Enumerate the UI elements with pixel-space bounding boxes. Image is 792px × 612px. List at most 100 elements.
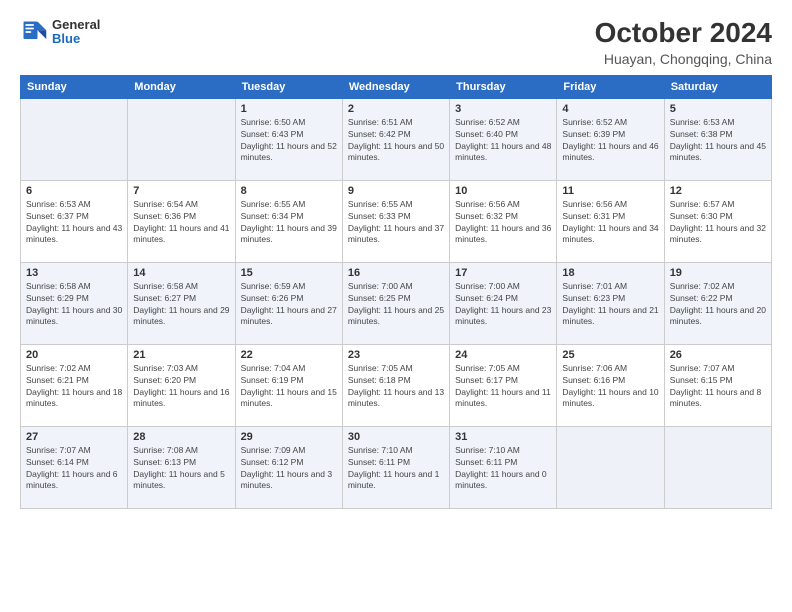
weekday-header: Sunday: [21, 75, 128, 98]
day-info: Sunrise: 6:56 AMSunset: 6:32 PMDaylight:…: [455, 199, 551, 247]
weekday-header: Monday: [128, 75, 235, 98]
day-number: 13: [26, 267, 122, 279]
day-number: 12: [670, 185, 766, 197]
calendar-cell: 12 Sunrise: 6:57 AMSunset: 6:30 PMDayligh…: [664, 180, 771, 262]
day-number: 6: [26, 185, 122, 197]
day-number: 9: [348, 185, 444, 197]
calendar-cell: 26Sunrise: 7:07 AMSunset: 6:15 PMDayligh…: [664, 344, 771, 426]
day-info: Sunrise: 6:55 AMSunset: 6:34 PMDaylight:…: [241, 199, 337, 247]
weekday-header: Thursday: [450, 75, 557, 98]
day-number: 20: [26, 349, 122, 361]
day-info: Sunrise: 6:53 AMSunset: 6:37 PMDaylight:…: [26, 199, 122, 247]
location: Huayan, Chongqing, China: [595, 51, 772, 67]
day-number: 14: [133, 267, 229, 279]
weekday-header-row: SundayMondayTuesdayWednesdayThursdayFrid…: [21, 75, 772, 98]
weekday-header: Saturday: [664, 75, 771, 98]
day-info: Sunrise: 7:00 AMSunset: 6:25 PMDaylight:…: [348, 281, 444, 329]
day-number: 18: [562, 267, 658, 279]
day-info: Sunrise: 7:07 AMSunset: 6:14 PMDaylight:…: [26, 445, 122, 493]
calendar-cell: [21, 98, 128, 180]
day-number: 16: [348, 267, 444, 279]
day-number: 28: [133, 431, 229, 443]
calendar-cell: 17 Sunrise: 7:00 AMSunset: 6:24 PMDayligh…: [450, 262, 557, 344]
calendar-cell: 29 Sunrise: 7:09 AMSunset: 6:12 PMDayligh…: [235, 426, 342, 508]
day-info: Sunrise: 6:57 AMSunset: 6:30 PMDaylight:…: [670, 199, 766, 247]
calendar-cell: 31Sunrise: 7:10 AMSunset: 6:11 PMDayligh…: [450, 426, 557, 508]
calendar-cell: 28 Sunrise: 7:08 AMSunset: 6:13 PMDayligh…: [128, 426, 235, 508]
day-info: Sunrise: 6:53 AMSunset: 6:38 PMDaylight:…: [670, 117, 766, 165]
day-number: 29: [241, 431, 337, 443]
calendar-cell: 18 Sunrise: 7:01 AMSunset: 6:23 PMDayligh…: [557, 262, 664, 344]
calendar-cell: 11 Sunrise: 6:56 AMSunset: 6:31 PMDayligh…: [557, 180, 664, 262]
day-info: Sunrise: 7:08 AMSunset: 6:13 PMDaylight:…: [133, 445, 229, 493]
day-info: Sunrise: 7:05 AMSunset: 6:18 PMDaylight:…: [348, 363, 444, 411]
calendar-cell: 22Sunrise: 7:04 AMSunset: 6:19 PMDayligh…: [235, 344, 342, 426]
calendar-cell: 14 Sunrise: 6:58 AMSunset: 6:27 PMDayligh…: [128, 262, 235, 344]
weekday-header: Tuesday: [235, 75, 342, 98]
day-info: Sunrise: 7:05 AMSunset: 6:17 PMDaylight:…: [455, 363, 551, 411]
calendar-cell: 23Sunrise: 7:05 AMSunset: 6:18 PMDayligh…: [342, 344, 449, 426]
calendar-week-row: 27 Sunrise: 7:07 AMSunset: 6:14 PMDayligh…: [21, 426, 772, 508]
day-number: 24: [455, 349, 551, 361]
calendar-cell: 7 Sunrise: 6:54 AMSunset: 6:36 PMDaylight…: [128, 180, 235, 262]
calendar-page: General Blue October 2024 Huayan, Chongq…: [0, 0, 792, 612]
calendar-table: SundayMondayTuesdayWednesdayThursdayFrid…: [20, 75, 772, 509]
day-info: Sunrise: 6:52 AMSunset: 6:39 PMDaylight:…: [562, 117, 658, 165]
day-info: Sunrise: 6:52 AMSunset: 6:40 PMDaylight:…: [455, 117, 551, 165]
day-number: 26: [670, 349, 766, 361]
calendar-cell: 15 Sunrise: 6:59 AMSunset: 6:26 PMDayligh…: [235, 262, 342, 344]
logo-text: General Blue: [52, 18, 100, 47]
day-number: 4: [562, 103, 658, 115]
day-number: 11: [562, 185, 658, 197]
day-number: 19: [670, 267, 766, 279]
calendar-week-row: 13 Sunrise: 6:58 AMSunset: 6:29 PMDayligh…: [21, 262, 772, 344]
day-number: 27: [26, 431, 122, 443]
calendar-cell: 25Sunrise: 7:06 AMSunset: 6:16 PMDayligh…: [557, 344, 664, 426]
calendar-cell: 9 Sunrise: 6:55 AMSunset: 6:33 PMDaylight…: [342, 180, 449, 262]
calendar-cell: 20 Sunrise: 7:02 AMSunset: 6:21 PMDayligh…: [21, 344, 128, 426]
day-number: 25: [562, 349, 658, 361]
calendar-week-row: 6 Sunrise: 6:53 AMSunset: 6:37 PMDaylight…: [21, 180, 772, 262]
day-number: 5: [670, 103, 766, 115]
day-number: 3: [455, 103, 551, 115]
day-number: 1: [241, 103, 337, 115]
day-info: Sunrise: 6:58 AMSunset: 6:27 PMDaylight:…: [133, 281, 229, 329]
day-info: Sunrise: 6:55 AMSunset: 6:33 PMDaylight:…: [348, 199, 444, 247]
calendar-cell: 8 Sunrise: 6:55 AMSunset: 6:34 PMDaylight…: [235, 180, 342, 262]
day-info: Sunrise: 7:00 AMSunset: 6:24 PMDaylight:…: [455, 281, 551, 329]
calendar-cell: 5 Sunrise: 6:53 AMSunset: 6:38 PMDaylight…: [664, 98, 771, 180]
day-number: 30: [348, 431, 444, 443]
calendar-cell: 30 Sunrise: 7:10 AMSunset: 6:11 PMDayligh…: [342, 426, 449, 508]
day-info: Sunrise: 6:59 AMSunset: 6:26 PMDaylight:…: [241, 281, 337, 329]
calendar-cell: 10 Sunrise: 6:56 AMSunset: 6:32 PMDayligh…: [450, 180, 557, 262]
day-number: 15: [241, 267, 337, 279]
day-info: Sunrise: 7:02 AMSunset: 6:22 PMDaylight:…: [670, 281, 766, 329]
day-info: Sunrise: 7:10 AMSunset: 6:11 PMDaylight:…: [348, 445, 444, 493]
calendar-cell: 27 Sunrise: 7:07 AMSunset: 6:14 PMDayligh…: [21, 426, 128, 508]
day-info: Sunrise: 7:09 AMSunset: 6:12 PMDaylight:…: [241, 445, 337, 493]
day-number: 17: [455, 267, 551, 279]
header: General Blue October 2024 Huayan, Chongq…: [20, 18, 772, 67]
day-number: 22: [241, 349, 337, 361]
day-info: Sunrise: 7:01 AMSunset: 6:23 PMDaylight:…: [562, 281, 658, 329]
calendar-cell: 2Sunrise: 6:51 AMSunset: 6:42 PMDaylight…: [342, 98, 449, 180]
weekday-header: Friday: [557, 75, 664, 98]
title-area: October 2024 Huayan, Chongqing, China: [595, 18, 772, 67]
day-number: 7: [133, 185, 229, 197]
day-info: Sunrise: 7:02 AMSunset: 6:21 PMDaylight:…: [26, 363, 122, 411]
day-info: Sunrise: 6:58 AMSunset: 6:29 PMDaylight:…: [26, 281, 122, 329]
calendar-cell: 24 Sunrise: 7:05 AMSunset: 6:17 PMDayligh…: [450, 344, 557, 426]
day-info: Sunrise: 7:03 AMSunset: 6:20 PMDaylight:…: [133, 363, 229, 411]
day-info: Sunrise: 6:50 AMSunset: 6:43 PMDaylight:…: [241, 117, 337, 165]
day-info: Sunrise: 6:56 AMSunset: 6:31 PMDaylight:…: [562, 199, 658, 247]
day-info: Sunrise: 6:54 AMSunset: 6:36 PMDaylight:…: [133, 199, 229, 247]
calendar-cell: 6 Sunrise: 6:53 AMSunset: 6:37 PMDaylight…: [21, 180, 128, 262]
day-number: 8: [241, 185, 337, 197]
calendar-cell: [557, 426, 664, 508]
calendar-cell: 1 Sunrise: 6:50 AMSunset: 6:43 PMDaylight…: [235, 98, 342, 180]
calendar-cell: 16 Sunrise: 7:00 AMSunset: 6:25 PMDayligh…: [342, 262, 449, 344]
calendar-cell: 4 Sunrise: 6:52 AMSunset: 6:39 PMDaylight…: [557, 98, 664, 180]
weekday-header: Wednesday: [342, 75, 449, 98]
day-number: 10: [455, 185, 551, 197]
day-number: 31: [455, 431, 551, 443]
